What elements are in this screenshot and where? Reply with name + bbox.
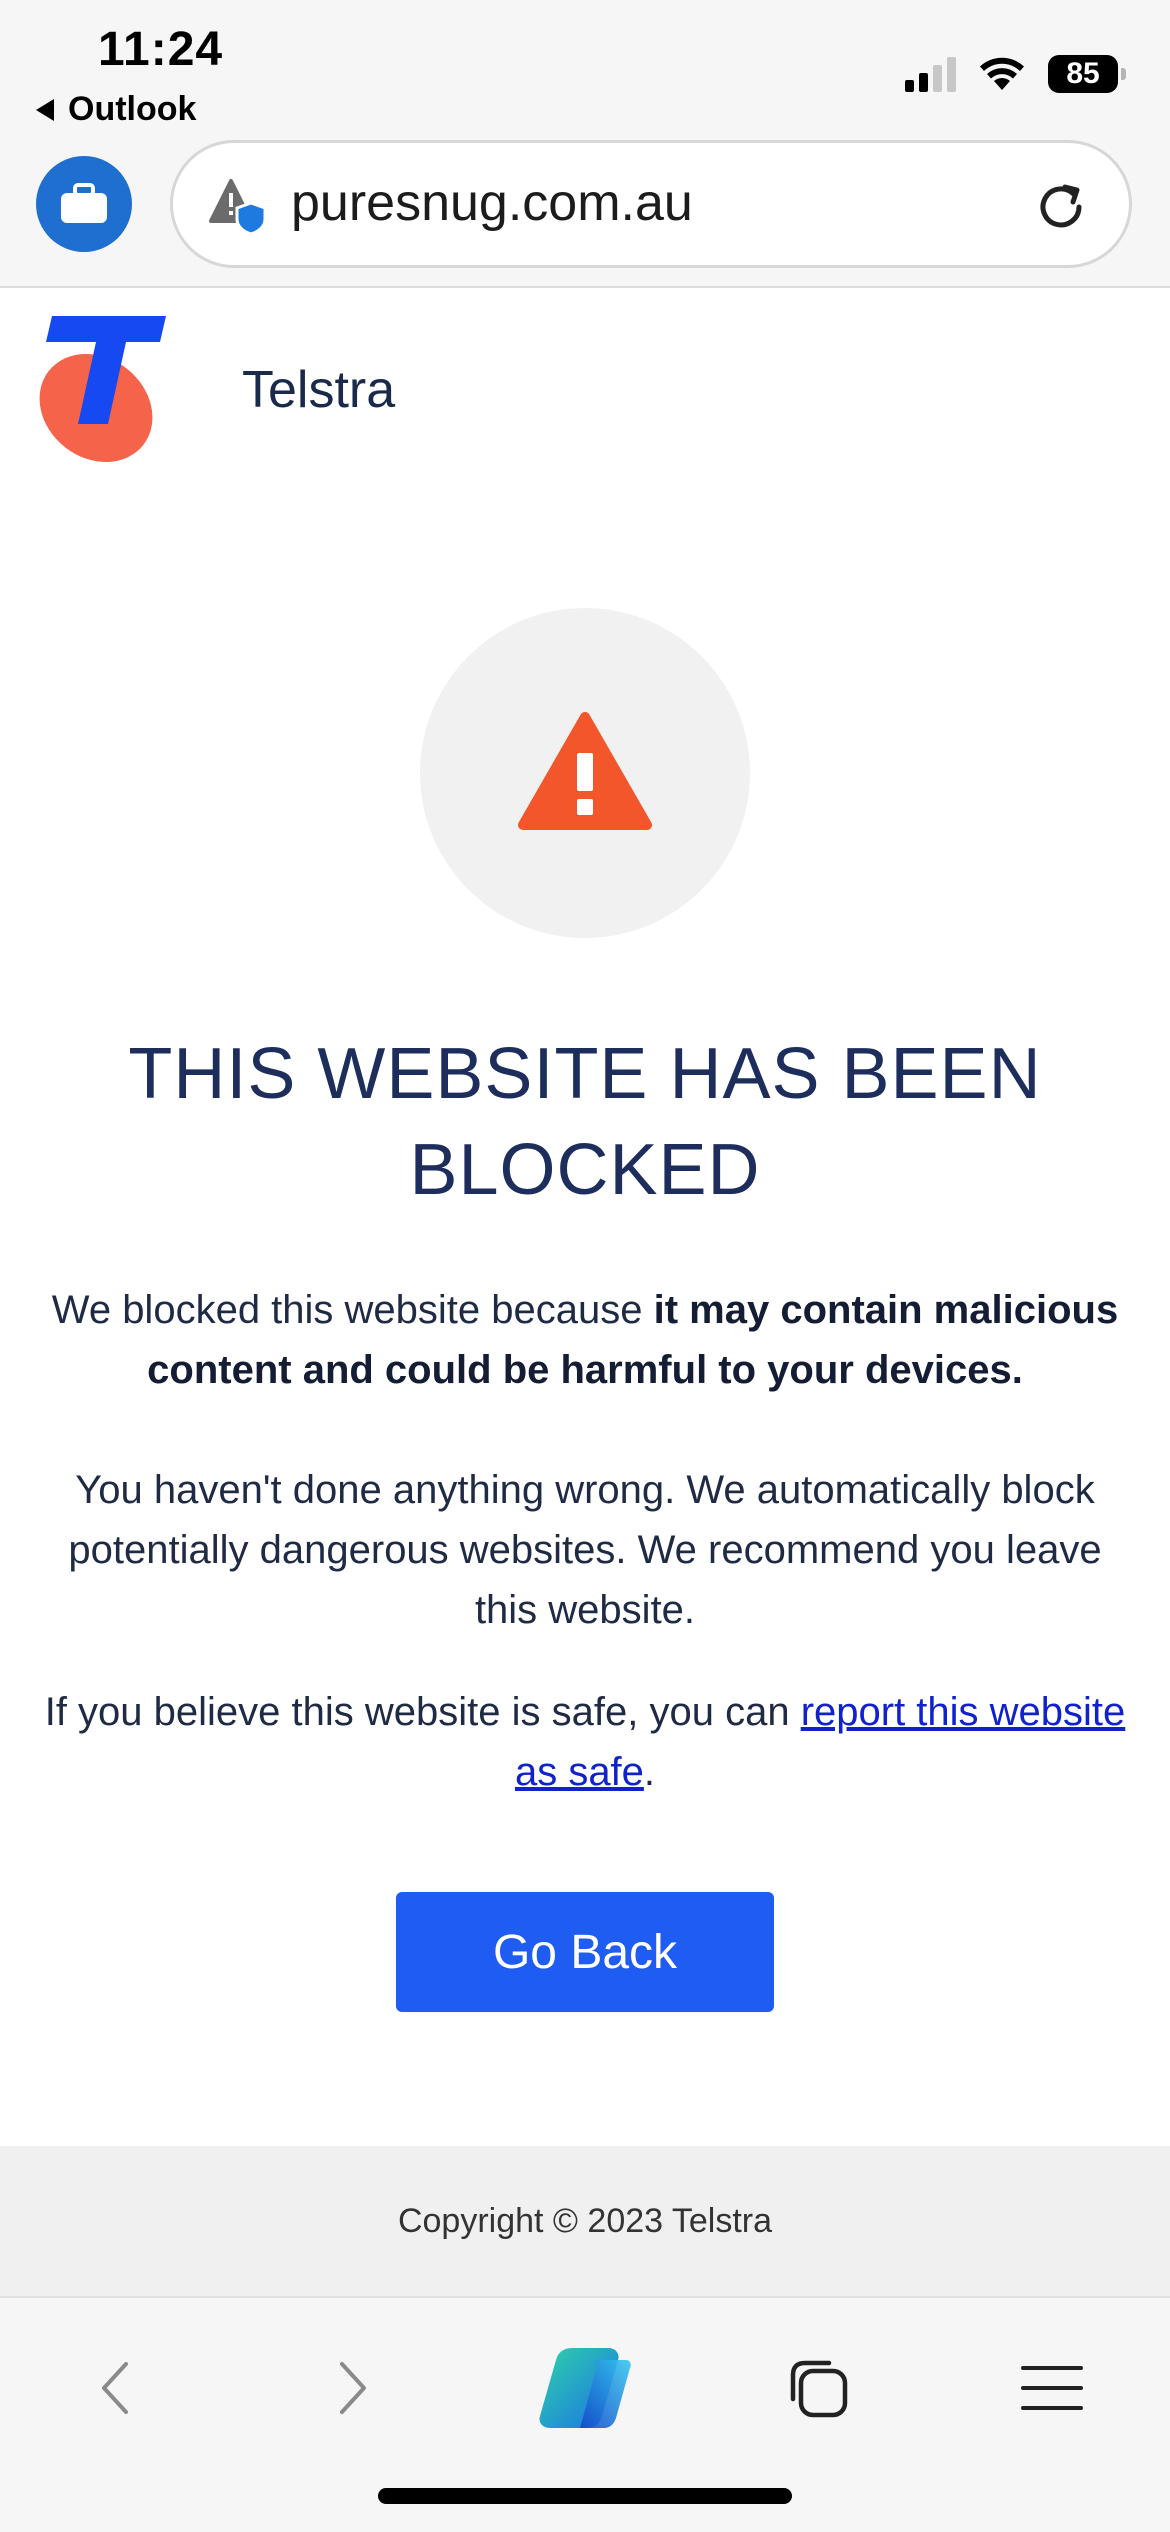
back-to-app-link[interactable]: Outlook bbox=[36, 90, 196, 129]
reload-icon[interactable] bbox=[1031, 177, 1091, 237]
address-bar[interactable]: puresnug.com.au bbox=[170, 140, 1132, 268]
telstra-logo bbox=[39, 316, 166, 463]
brand-name: Telstra bbox=[242, 361, 396, 419]
copyright-text: Copyright © 2023 Telstra bbox=[397, 2201, 773, 2240]
back-app-label: Outlook bbox=[68, 90, 197, 128]
block-reason-normal: We blocked this website because bbox=[51, 1288, 654, 1332]
copilot-icon bbox=[539, 2348, 631, 2428]
wifi-icon bbox=[980, 57, 1024, 90]
status-icons: 85 bbox=[905, 52, 1126, 96]
home-indicator[interactable] bbox=[378, 2488, 792, 2504]
back-button[interactable] bbox=[66, 2338, 166, 2438]
tabs-icon bbox=[790, 2360, 848, 2418]
forward-button[interactable] bbox=[302, 2338, 402, 2438]
tabs-button[interactable] bbox=[768, 2338, 868, 2438]
page-heading: THIS WEBSITE HAS BEEN BLOCKED bbox=[128, 1034, 1042, 1210]
alert-badge bbox=[420, 608, 750, 938]
page-footer: Copyright © 2023 Telstra bbox=[0, 2146, 1170, 2296]
menu-button[interactable] bbox=[1002, 2338, 1102, 2438]
status-bar: 11:24 Outlook 85 bbox=[0, 0, 1170, 140]
report-prefix: If you believe this website is safe, you… bbox=[44, 1690, 801, 1734]
status-time: 11:24 bbox=[98, 23, 224, 76]
block-reason-text: We blocked this website because it may c… bbox=[40, 1280, 1130, 1400]
warning-shield-icon bbox=[209, 179, 267, 235]
reassurance-text: You haven't done anything wrong. We auto… bbox=[68, 1468, 1102, 1632]
go-back-button[interactable]: Go Back bbox=[396, 1892, 774, 2012]
report-suffix: . bbox=[643, 1750, 656, 1794]
copilot-button[interactable] bbox=[535, 2338, 635, 2438]
report-text: If you believe this website is safe, you… bbox=[40, 1682, 1130, 1802]
briefcase-icon bbox=[61, 183, 107, 223]
back-arrow-icon bbox=[102, 2362, 128, 2414]
forward-arrow-icon bbox=[340, 2362, 366, 2414]
battery-indicator: 85 bbox=[1048, 55, 1126, 93]
back-triangle-icon bbox=[36, 98, 54, 121]
warning-triangle-icon bbox=[518, 712, 652, 830]
work-profile-button[interactable] bbox=[36, 156, 132, 252]
browser-address-row: puresnug.com.au bbox=[0, 140, 1170, 288]
cellular-signal-icon bbox=[905, 56, 956, 92]
url-text: puresnug.com.au bbox=[291, 174, 693, 232]
menu-icon bbox=[1021, 2366, 1083, 2410]
